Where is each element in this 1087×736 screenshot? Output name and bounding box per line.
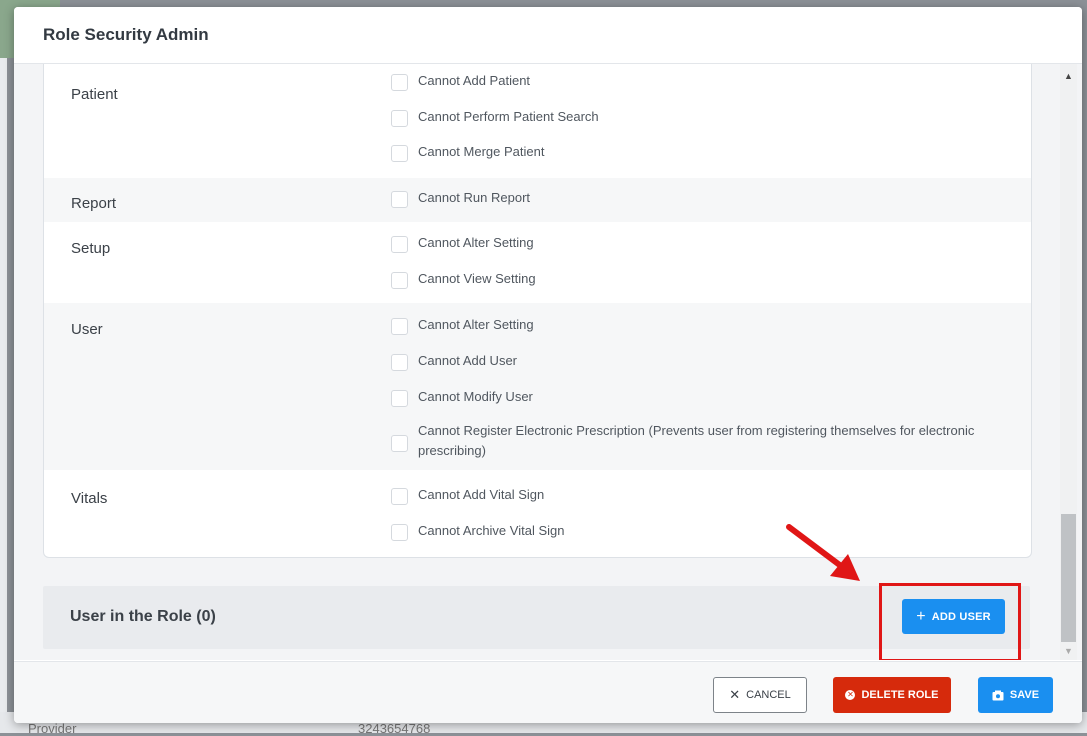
scroll-down-arrow-icon[interactable]: ▼ — [1064, 646, 1073, 656]
group-name: Patient — [71, 86, 118, 103]
permission-group-report: Report Cannot Run Report — [44, 178, 1031, 222]
permission-checkbox[interactable] — [391, 354, 408, 371]
permission-group-patient: Patient Cannot Add Patient Cannot Perfor… — [44, 64, 1031, 178]
users-in-role-title: User in the Role (0) — [70, 608, 216, 625]
permission-label: Cannot Merge Patient — [418, 144, 545, 159]
permission-label: Cannot Perform Patient Search — [418, 109, 599, 124]
modal-title: Role Security Admin — [43, 25, 209, 44]
permission-checkbox[interactable] — [391, 145, 408, 162]
permission-label: Cannot Modify User — [418, 389, 533, 404]
permission-label: Cannot Run Report — [418, 190, 531, 205]
annotation-arrow-icon — [786, 524, 860, 581]
group-name: Vitals — [71, 490, 108, 507]
permission-label: Cannot Archive Vital Sign — [418, 523, 565, 538]
background-row-value: 3243654768 — [358, 721, 431, 736]
permission-label: Cannot Alter Setting — [418, 317, 534, 332]
permission-checkbox[interactable] — [391, 74, 408, 91]
permission-label: Cannot View Setting — [418, 271, 536, 286]
permission-checkbox[interactable] — [391, 524, 408, 541]
background-row-label: Provider — [28, 721, 77, 736]
group-name: Setup — [71, 240, 111, 257]
permission-checkbox[interactable] — [391, 435, 408, 452]
background-app-edge — [0, 0, 7, 733]
role-security-modal: Role Security Admin Patient Cannot Add P… — [14, 7, 1082, 723]
save-button[interactable]: SAVE — [978, 677, 1053, 713]
scrollbar-thumb[interactable] — [1061, 514, 1076, 642]
permission-checkbox[interactable] — [391, 390, 408, 407]
modal-header: Role Security Admin — [14, 7, 1082, 64]
permission-label: Cannot Add Patient — [418, 73, 531, 88]
save-label: SAVE — [1009, 689, 1040, 701]
permission-group-user: User Cannot Alter Setting Cannot Add Use… — [44, 303, 1031, 470]
modal-scrollbar[interactable]: ▲ ▼ — [1060, 64, 1077, 660]
delete-role-button[interactable]: ✕ DELETE ROLE — [833, 677, 951, 713]
permission-checkbox[interactable] — [391, 110, 408, 127]
annotation-highlight-box — [879, 583, 1021, 660]
permission-label: Cannot Add User — [418, 353, 518, 368]
permission-checkbox[interactable] — [391, 488, 408, 505]
group-name: Report — [71, 195, 117, 212]
permission-label: Cannot Add Vital Sign — [418, 487, 545, 502]
permission-group-setup: Setup Cannot Alter Setting Cannot View S… — [44, 222, 1031, 303]
permission-label: Cannot Alter Setting — [418, 235, 534, 250]
permission-checkbox[interactable] — [391, 236, 408, 253]
permission-group-vitals: Vitals Cannot Add Vital Sign Cannot Arch… — [44, 470, 1031, 557]
delete-role-label: DELETE ROLE — [861, 689, 939, 701]
close-icon: ✕ — [729, 687, 741, 702]
save-icon — [992, 690, 1004, 700]
scroll-up-arrow-icon[interactable]: ▲ — [1064, 71, 1073, 81]
modal-body[interactable]: Patient Cannot Add Patient Cannot Perfor… — [14, 64, 1082, 660]
permission-label: Cannot Register Electronic Prescription … — [418, 423, 975, 458]
permission-checkbox[interactable] — [391, 318, 408, 335]
modal-footer: ✕ CANCEL ✕ DELETE ROLE SAVE — [14, 661, 1082, 723]
group-name: User — [71, 321, 103, 338]
permission-checkbox[interactable] — [391, 272, 408, 289]
cancel-label: CANCEL — [746, 689, 791, 701]
permissions-card: Patient Cannot Add Patient Cannot Perfor… — [43, 64, 1032, 558]
cancel-button[interactable]: ✕ CANCEL — [713, 677, 807, 713]
permission-checkbox[interactable] — [391, 191, 408, 208]
times-circle-icon: ✕ — [845, 690, 856, 700]
